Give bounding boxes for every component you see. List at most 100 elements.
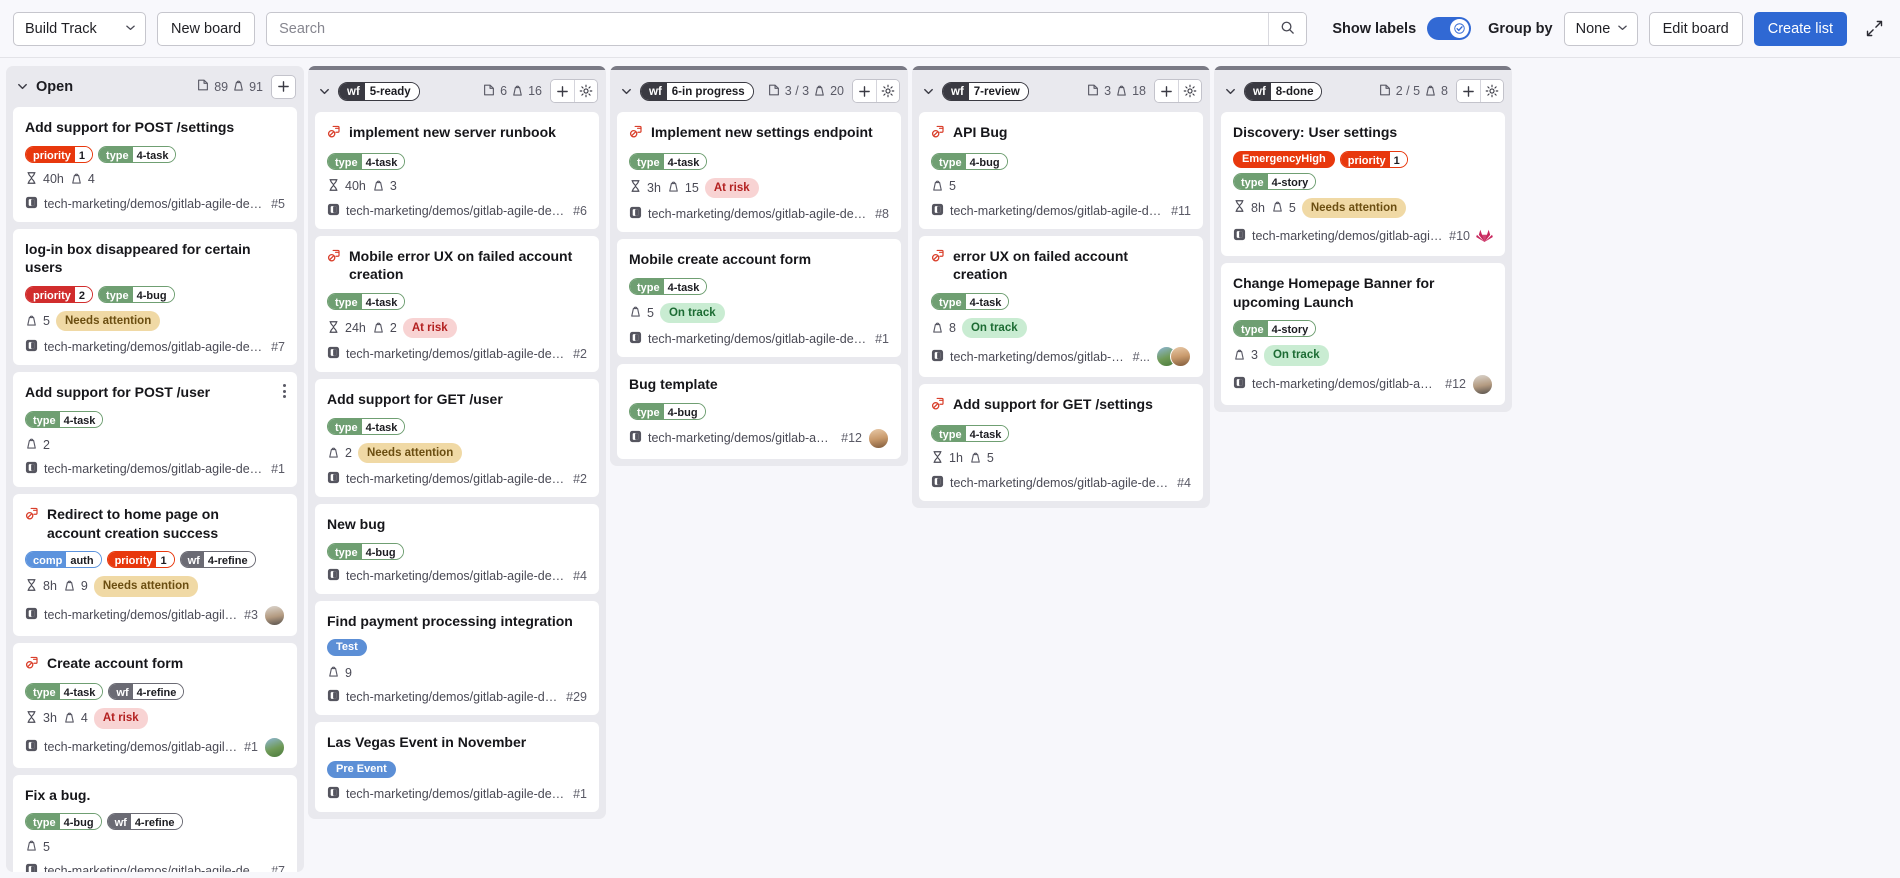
board-card[interactable]: Change Homepage Banner for upcoming Laun… [1221, 262, 1505, 405]
card-weight-value: 4 [87, 172, 95, 187]
card-label-key: type [630, 278, 664, 294]
card-label[interactable]: type 4-story [1233, 172, 1317, 190]
avatar[interactable] [264, 604, 285, 626]
board-card[interactable]: API Bug type 4-bug 5 tech-marketing/demos… [919, 112, 1203, 229]
card-label[interactable]: type 4-task [931, 424, 1010, 442]
card-label[interactable]: type 4-task [327, 417, 406, 435]
board-card[interactable]: Mobile error UX on failed account creati… [315, 235, 599, 373]
card-label[interactable]: type 4-bug [25, 813, 102, 831]
card-label-key: wf [107, 814, 131, 830]
board-card[interactable]: Discovery: User settings EmergencyHigh pr… [1221, 112, 1505, 256]
list-settings-button[interactable] [1480, 80, 1503, 102]
avatar-group[interactable] [264, 736, 285, 758]
card-label[interactable]: wf 4-refine [108, 683, 185, 701]
card-label[interactable]: type 4-task [98, 145, 177, 163]
board-card[interactable]: New bug type 4-bug tech-marketing/demos/g… [315, 504, 599, 594]
expand-icon[interactable] [1862, 16, 1887, 41]
search-input[interactable] [267, 12, 1269, 45]
board-card[interactable]: error UX on failed account creation type… [919, 235, 1203, 378]
card-label[interactable]: Test [327, 639, 367, 657]
card-label[interactable]: type 4-bug [931, 152, 1008, 170]
board-card[interactable]: Implement new settings endpoint type 4-ta… [617, 112, 901, 232]
hourglass-icon [1233, 199, 1246, 216]
board-card[interactable]: Add support for GET /user type 4-task 2 Ne… [315, 379, 599, 498]
card-label[interactable]: type 4-story [1233, 320, 1317, 338]
column-issue-count: 3 [1086, 83, 1111, 100]
board-card[interactable]: Fix a bug. type 4-bug wf 4-refine 5 tech-ma… [13, 774, 297, 872]
card-title: Add support for GET /settings [931, 395, 1191, 416]
card-label[interactable]: type 4-task [629, 277, 708, 295]
avatar-group[interactable] [264, 604, 285, 626]
list-settings-button[interactable] [876, 80, 899, 102]
board-selector[interactable]: Build Track [13, 11, 146, 46]
collapse-column-icon[interactable] [16, 80, 29, 93]
avatar[interactable] [1170, 346, 1191, 368]
board-card[interactable]: Redirect to home page on account creatio… [13, 494, 297, 636]
board-card[interactable]: Create account form type 4-task wf 4-refine… [13, 642, 297, 768]
card-label[interactable]: priority 2 [25, 286, 94, 304]
card-label[interactable]: EmergencyHigh [1233, 150, 1335, 168]
card-label-key: type [932, 293, 966, 309]
card-time-value: 3h [647, 180, 661, 195]
add-issue-button[interactable] [853, 80, 876, 102]
hourglass-icon [25, 710, 38, 727]
card-label[interactable]: Pre Event [327, 761, 396, 779]
add-issue-button[interactable] [272, 75, 295, 98]
card-menu-button[interactable] [280, 381, 289, 401]
card-label[interactable]: wf 4-refine [106, 813, 183, 831]
collapse-column-icon[interactable] [922, 85, 935, 98]
card-label[interactable]: type 4-task [327, 152, 406, 170]
collapse-column-icon[interactable] [620, 85, 633, 98]
card-label[interactable]: type 4-bug [629, 402, 706, 420]
board-card[interactable]: Find payment processing integration Test… [315, 600, 599, 716]
avatar-group[interactable] [868, 427, 889, 449]
card-label[interactable]: type 4-task [327, 292, 406, 310]
add-issue-button[interactable] [551, 80, 574, 102]
create-list-button[interactable]: Create list [1753, 11, 1847, 46]
card-label[interactable]: type 4-bug [98, 286, 175, 304]
new-board-button[interactable]: New board [157, 11, 256, 46]
search-box[interactable] [266, 11, 1308, 46]
card-label[interactable]: priority 1 [106, 551, 175, 569]
board-card[interactable]: Las Vegas Event in November Pre Event te… [315, 722, 599, 813]
card-labels: Pre Event [327, 761, 587, 779]
card-label[interactable]: type 4-task [931, 292, 1010, 310]
add-issue-button[interactable] [1155, 80, 1178, 102]
card-footer: tech-marketing/demos/gitlab-agile-demo/a… [327, 786, 587, 802]
card-title: Add support for POST /settings [25, 118, 285, 137]
card-label[interactable]: type 4-bug [327, 542, 404, 560]
avatar[interactable] [264, 736, 285, 758]
card-weight: 5 [931, 178, 956, 195]
card-label[interactable]: priority 1 [25, 145, 94, 163]
board-card[interactable]: Add support for POST /user type 4-task 2 … [13, 372, 297, 488]
avatar-group[interactable] [1156, 346, 1191, 368]
list-settings-button[interactable] [1178, 80, 1201, 102]
board-card[interactable]: Bug template type 4-bug tech-marketing/de… [617, 363, 901, 459]
search-button[interactable] [1268, 12, 1307, 45]
list-settings-button[interactable] [574, 80, 597, 102]
card-label[interactable]: wf 4-refine [179, 551, 256, 569]
board-card[interactable]: Add support for GET /settings type 4-task… [919, 384, 1203, 501]
board-card[interactable]: log-in box disappeared for certain users… [13, 228, 297, 366]
card-label[interactable]: type 4-task [25, 683, 104, 701]
group-by-selector[interactable]: None [1563, 11, 1638, 46]
issue-icon [1086, 83, 1100, 100]
collapse-column-icon[interactable] [318, 85, 331, 98]
avatar[interactable] [1472, 373, 1493, 395]
add-issue-button[interactable] [1457, 80, 1480, 102]
card-label[interactable]: type 4-task [25, 411, 104, 429]
edit-board-button[interactable]: Edit board [1648, 11, 1743, 46]
board-card[interactable]: implement new server runbook type 4-task … [315, 112, 599, 229]
avatar-group[interactable] [1472, 373, 1493, 395]
card-label[interactable]: type 4-task [629, 152, 708, 170]
show-labels-toggle[interactable] [1427, 17, 1472, 40]
card-issue-id: #... [1132, 349, 1150, 364]
board-card[interactable]: Add support for POST /settings priority 1… [13, 107, 297, 222]
card-repo-path: tech-marketing/demos/gitlab-agile-demo/a… [648, 331, 869, 346]
collapse-column-icon[interactable] [1224, 85, 1237, 98]
card-label[interactable]: priority 1 [1339, 150, 1408, 168]
avatar[interactable] [868, 427, 889, 449]
board-card[interactable]: Mobile create account form type 4-task 5O… [617, 238, 901, 357]
avatar-group[interactable] [1476, 226, 1493, 246]
card-label[interactable]: comp auth [25, 551, 102, 569]
